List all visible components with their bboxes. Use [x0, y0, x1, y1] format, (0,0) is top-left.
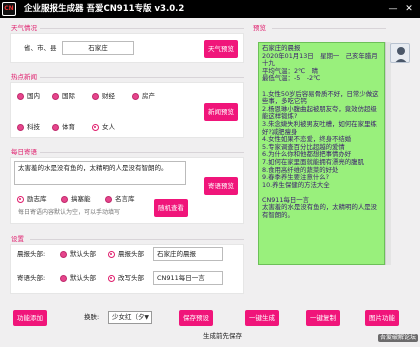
preview-line: 1.女性50岁后容易骨质不好，日常少做这些事，多吃它钙 [262, 89, 379, 106]
watermark: 吾爱破解论坛 [378, 334, 419, 342]
minimize-button[interactable]: — [387, 3, 399, 15]
title-bar: CN 企业服报生成器 吾爱CN911专版 v3.0.2 — ✕ [0, 0, 420, 18]
news-category-international-radio[interactable] [52, 93, 59, 100]
random-view-button[interactable]: 随机查看 [154, 199, 188, 217]
quote-source-inspiration-label: 励志库 [27, 195, 47, 203]
news-category-sports-label: 体育 [62, 123, 75, 131]
skin-select-value: 少女红（夕 [112, 313, 145, 321]
quote-source-famous-label: 名言库 [115, 195, 135, 203]
weather-group-label: 天气情况 [11, 24, 37, 32]
quote-header-default-label: 默认头部 [70, 274, 96, 282]
morning-header-custom-label: 晨报头部 [118, 250, 144, 258]
quote-group-divider [40, 152, 244, 153]
chevron-down-icon: ▼ [144, 314, 149, 321]
news-group-divider [40, 77, 244, 78]
news-category-sports-radio[interactable] [52, 124, 59, 131]
morning-header-default-radio[interactable] [60, 251, 67, 258]
news-category-women-radio[interactable] [92, 124, 99, 131]
quote-source-funny-radio[interactable] [61, 196, 68, 203]
preview-scrollbar[interactable] [385, 42, 391, 265]
quote-header-custom-radio[interactable] [108, 275, 115, 282]
morning-header-label: 晨报头部: [17, 250, 46, 258]
quote-header-custom-label: 改写头部 [118, 274, 144, 282]
weather-preview-button[interactable]: 天气预览 [204, 40, 238, 58]
image-function-button[interactable]: 图片功能 [365, 310, 399, 326]
function-add-button[interactable]: 功能添加 [13, 310, 47, 326]
preview-line: 2.杨恩琳小腹曲起被朋友夸，竟效仿超级能这样锻炼? [262, 104, 377, 121]
preview-line: 最低气温：-5 -2℃ [262, 74, 321, 83]
morning-header-default-label: 默认头部 [70, 250, 96, 258]
news-category-women-label: 女人 [102, 123, 115, 131]
preview-group-divider [272, 28, 386, 29]
morning-header-input[interactable]: 石家庄的晨报 [153, 247, 223, 261]
preview-line: 10.养生保健的方法大全 [262, 180, 330, 189]
news-category-finance-label: 财经 [102, 92, 115, 100]
quote-preview-button[interactable]: 寄语预览 [204, 177, 238, 195]
quote-header-input[interactable]: CN911每日一言 [153, 271, 223, 285]
news-category-domestic-label: 国内 [27, 92, 40, 100]
generate-button[interactable]: 一键生成 [245, 310, 279, 326]
window-title: 企业服报生成器 吾爱CN911专版 v3.0.2 [24, 4, 185, 14]
location-input[interactable]: 石家庄 [62, 41, 134, 55]
copy-button[interactable]: 一键复制 [306, 310, 340, 326]
morning-header-custom-radio[interactable] [108, 251, 115, 258]
app-logo: CN [2, 2, 16, 16]
news-group-label: 热点新闻 [11, 73, 37, 81]
quote-header-label: 寄语头部: [17, 274, 46, 282]
save-settings-button[interactable]: 保存预设 [179, 310, 213, 326]
quote-placeholder-hint: 每日寄语内容默认为空，可以手动填写 [18, 209, 121, 216]
quote-source-funny-label: 搞塞能 [71, 195, 91, 203]
preview-group-label: 预览 [253, 24, 266, 32]
skin-select[interactable]: 少女红（夕 ▼ [108, 311, 152, 324]
preview-line: 3.朱念婕失利被男友吐槽，如何在家里练好?减肥瘦身 [262, 119, 377, 136]
preview-line: 太害羞的水是没有鱼的，太精明的人是没有智朗的。 [262, 203, 378, 220]
quote-source-inspiration-radio[interactable] [17, 196, 24, 203]
avatar [390, 43, 410, 63]
news-category-finance-radio[interactable] [92, 93, 99, 100]
skin-label: 换肤: [84, 313, 100, 321]
settings-group-label: 设置 [11, 235, 24, 243]
news-category-realestate-label: 房产 [142, 92, 155, 100]
close-button[interactable]: ✕ [403, 3, 415, 15]
news-preview-button[interactable]: 新闻预览 [204, 103, 238, 121]
status-text: 生成前先保存 [203, 332, 242, 340]
news-category-realestate-radio[interactable] [132, 93, 139, 100]
news-category-tech-radio[interactable] [17, 124, 24, 131]
news-category-international-label: 国际 [62, 92, 75, 100]
weather-group-divider [40, 28, 244, 29]
news-category-tech-label: 科技 [27, 123, 40, 131]
preview-line: 2020年01月13日 星期一 己亥年腊月十九 [262, 51, 378, 68]
quote-group-label: 每日寄语 [11, 148, 37, 156]
news-category-domestic-radio[interactable] [17, 93, 24, 100]
quote-textarea[interactable]: 太害羞的水是没有鱼的，太精明的人是没有智朗的。 [14, 161, 186, 185]
quote-source-famous-radio[interactable] [105, 196, 112, 203]
quote-header-default-radio[interactable] [60, 275, 67, 282]
location-label: 省、市、县 [24, 44, 57, 52]
preview-textarea[interactable]: 石家庄的晨报 2020年01月13日 星期一 己亥年腊月十九 平均气温：2℃ 晴最低… [258, 42, 385, 265]
settings-group-divider [30, 239, 244, 240]
avatar-icon [395, 47, 407, 62]
